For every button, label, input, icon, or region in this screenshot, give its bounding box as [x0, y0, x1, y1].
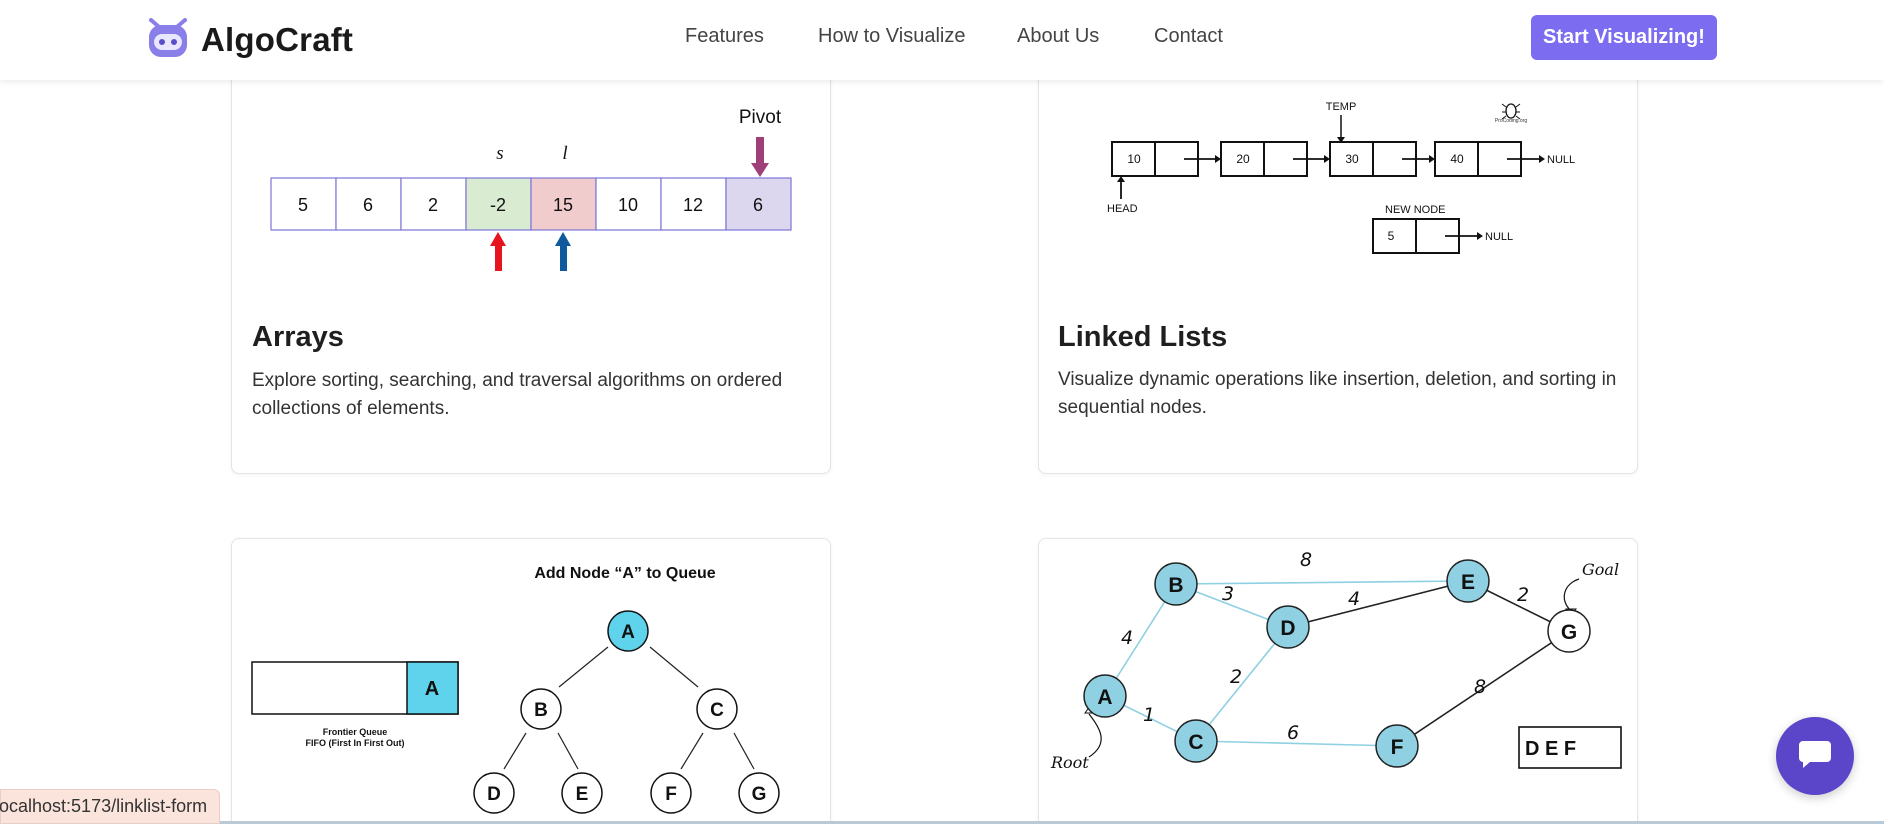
nav-link-about-us[interactable]: About Us	[1017, 25, 1099, 48]
svg-text:D: D	[1280, 617, 1295, 640]
new-node-value: 5	[1388, 229, 1395, 243]
queue-caption: FIFO (First In First Out)	[306, 738, 405, 748]
svg-text:G: G	[1561, 621, 1577, 644]
edge-weight: 8	[1300, 549, 1312, 571]
edge-weight: 1	[1143, 704, 1155, 726]
svg-text:A: A	[1097, 686, 1112, 709]
path-box-text: D E F	[1525, 738, 1576, 760]
goal-label: Goal	[1582, 560, 1619, 579]
linked-list-illustration: TEMP ProCoding.org 10 20 30 40 5 NULL NU…	[1107, 101, 1575, 254]
svg-text:A: A	[621, 622, 635, 643]
svg-text:G: G	[752, 784, 767, 805]
brand-name: AlgoCraft	[201, 20, 354, 58]
svg-text:E: E	[1461, 571, 1475, 594]
linked-lists-card[interactable]: TEMP ProCoding.org 10 20 30 40 5 NULL NU…	[1038, 60, 1638, 474]
node-value: 20	[1236, 152, 1250, 166]
card-title: Linked Lists	[1058, 321, 1228, 353]
edge-weight: 3	[1222, 583, 1234, 605]
navbar: AlgoCraft Features How to Visualize Abou…	[0, 0, 1884, 80]
pointer-s-arrow	[490, 232, 506, 246]
array-value: 15	[553, 195, 573, 215]
svg-text:C: C	[710, 700, 724, 721]
edge-weight: 2	[1517, 584, 1529, 606]
robot-icon	[145, 14, 191, 65]
edge-weight: 6	[1287, 722, 1299, 744]
array-value: 12	[683, 195, 703, 215]
graph-card[interactable]: 8 3 4 4 2 2 1 6 8 Goal Root A B C D E F …	[1038, 538, 1638, 824]
array-value: 6	[753, 195, 763, 215]
start-visualizing-button[interactable]: Start Visualizing!	[1531, 15, 1717, 60]
pointer-l-label: l	[562, 143, 567, 164]
brand[interactable]: AlgoCraft	[145, 14, 353, 65]
edge-weight: 8	[1474, 676, 1486, 698]
nav-link-contact[interactable]: Contact	[1154, 25, 1223, 48]
svg-text:C: C	[1188, 731, 1203, 754]
pointer-s-label: s	[496, 143, 503, 164]
array-value: 6	[363, 195, 373, 215]
svg-text:D: D	[487, 784, 501, 805]
status-bar-url: localhost:5173/linklist-form	[0, 789, 221, 824]
pivot-arrow	[756, 137, 764, 165]
graph-illustration: 8 3 4 4 2 2 1 6 8 Goal Root A B C D E F …	[1050, 549, 1622, 772]
edge-weight: 2	[1230, 666, 1242, 688]
card-description: Visualize dynamic operations like insert…	[1058, 369, 1617, 418]
nav-link-how-to-visualize[interactable]: How to Visualize	[818, 25, 965, 48]
queue-illustration: Add Node “A” to Queue A Frontier Queue F…	[251, 565, 780, 814]
card-description: Explore sorting, searching, and traversa…	[252, 370, 783, 419]
array-value: 5	[298, 195, 308, 215]
queue-caption: Frontier Queue	[323, 727, 388, 737]
watermark-text: ProCoding.org	[1495, 118, 1527, 124]
svg-text:B: B	[1168, 574, 1183, 597]
node-value: 10	[1127, 152, 1141, 166]
svg-text:F: F	[1391, 736, 1404, 759]
array-value: 2	[428, 195, 438, 215]
arrays-illustration: Pivot s l 5 6 2 -2 15 10 12 6	[270, 107, 792, 271]
svg-text:A: A	[425, 678, 439, 700]
array-value: -2	[490, 195, 506, 215]
card-title: Arrays	[252, 321, 344, 353]
array-value: 10	[618, 195, 638, 215]
array-cells	[270, 177, 792, 231]
new-node-label: NEW NODE	[1385, 204, 1446, 216]
null-label: NULL	[1547, 154, 1575, 166]
new-node-null-label: NULL	[1485, 231, 1513, 243]
node-value: 40	[1450, 152, 1464, 166]
chat-bubble-icon	[1798, 738, 1832, 775]
arrays-card[interactable]: Pivot s l 5 6 2 -2 15 10 12 6 Arrays Exp…	[231, 60, 831, 474]
edge-weight: 4	[1348, 588, 1360, 610]
root-label: Root	[1050, 753, 1089, 772]
node-value: 30	[1345, 152, 1359, 166]
pointer-l-arrow	[555, 232, 571, 246]
temp-label: TEMP	[1326, 101, 1357, 113]
chat-button[interactable]	[1776, 717, 1854, 795]
nav-link-features[interactable]: Features	[685, 25, 764, 48]
svg-text:B: B	[534, 700, 548, 721]
head-label: HEAD	[1107, 203, 1138, 215]
pivot-label: Pivot	[739, 107, 782, 128]
svg-text:F: F	[665, 784, 677, 805]
svg-text:E: E	[576, 784, 589, 805]
edge-weight: 4	[1121, 627, 1133, 649]
bug-icon	[1501, 103, 1521, 120]
queue-card[interactable]: Add Node “A” to Queue A Frontier Queue F…	[231, 538, 831, 824]
queue-title: Add Node “A” to Queue	[534, 565, 715, 582]
